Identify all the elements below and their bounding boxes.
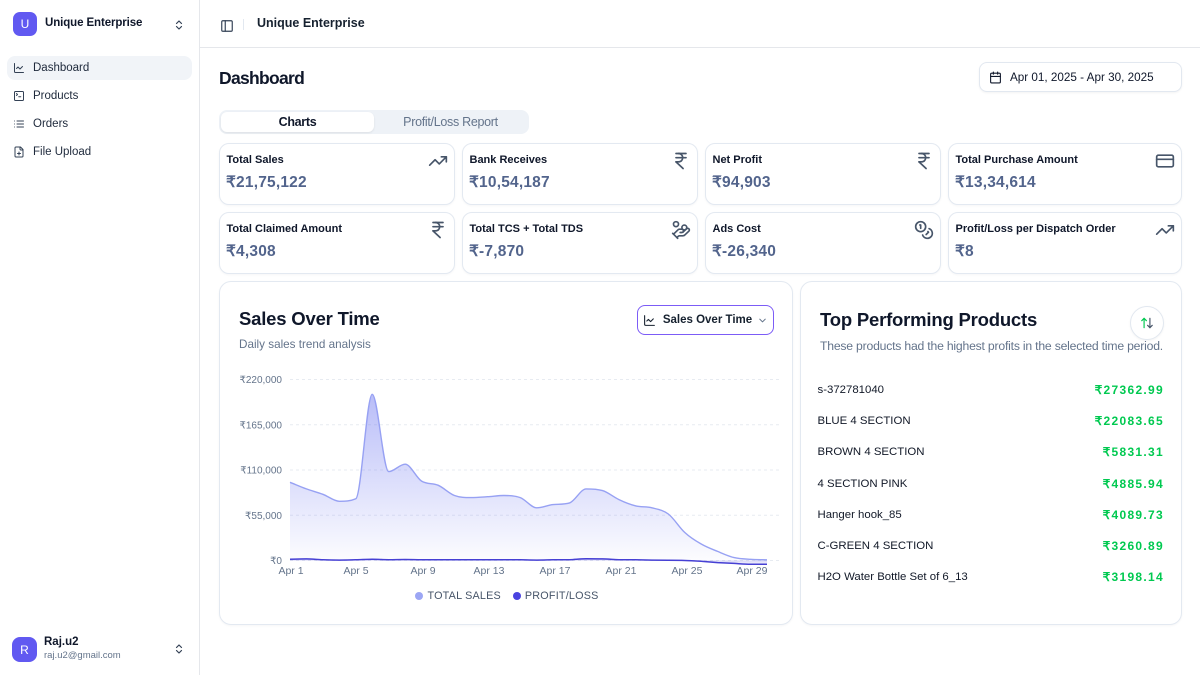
svg-text:Apr 13: Apr 13	[474, 565, 505, 577]
svg-text:₹220,000: ₹220,000	[239, 375, 282, 386]
svg-text:₹165,000: ₹165,000	[239, 420, 282, 431]
svg-text:Apr 25: Apr 25	[672, 565, 703, 577]
svg-text:Apr 29: Apr 29	[737, 565, 768, 577]
svg-text:₹110,000: ₹110,000	[240, 466, 282, 477]
svg-text:Apr 17: Apr 17	[540, 565, 571, 577]
svg-text:₹55,000: ₹55,000	[245, 511, 282, 522]
svg-text:Apr 1: Apr 1	[278, 565, 303, 577]
svg-text:Apr 21: Apr 21	[606, 565, 637, 577]
svg-text:Apr 5: Apr 5	[343, 565, 368, 577]
svg-text:Apr 9: Apr 9	[410, 565, 435, 577]
